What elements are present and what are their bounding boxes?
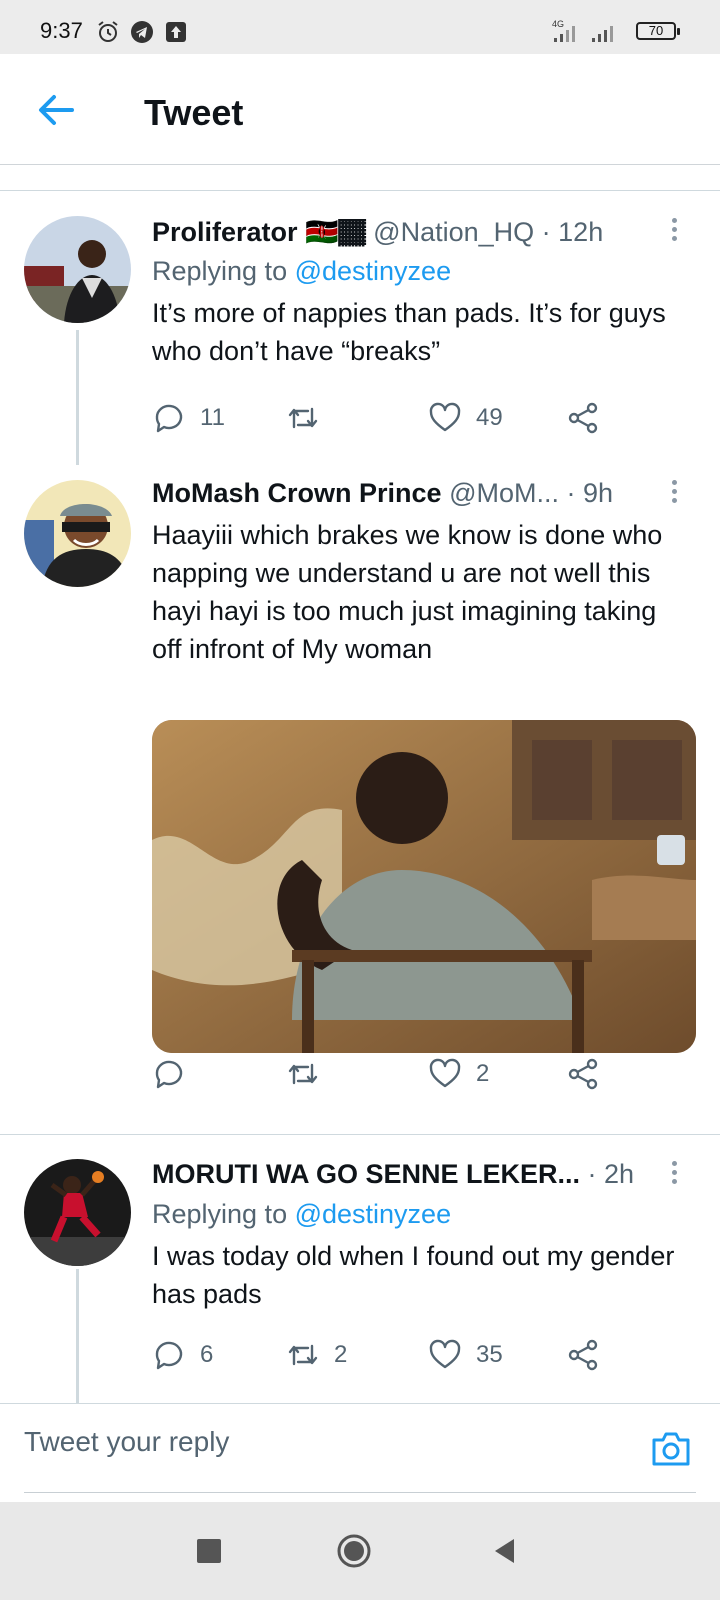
tweet-time: · 9h: [566, 478, 614, 508]
like-button[interactable]: 49: [428, 400, 503, 436]
author-name[interactable]: Proliferator 🇰🇪🏾: [152, 217, 366, 247]
more-options-icon[interactable]: [672, 1161, 680, 1189]
camera-icon[interactable]: [650, 1430, 692, 1468]
thread-line: [76, 330, 79, 465]
alarm-icon: [98, 21, 118, 42]
tweet-header: MoMash Crown Prince @MoM... · 9h: [152, 478, 613, 509]
reply-button[interactable]: 6: [152, 1337, 213, 1373]
heart-icon: [429, 1058, 461, 1088]
tweet-image[interactable]: [152, 720, 696, 1053]
like-button[interactable]: 35: [428, 1337, 503, 1373]
tweet-actions: 2: [152, 1056, 692, 1096]
share-button[interactable]: [566, 400, 600, 436]
signal-icon-2: [592, 26, 613, 42]
tweet-header: MORUTI WA GO SENNE LEKER... · 2h: [152, 1159, 634, 1190]
avatar[interactable]: [24, 216, 131, 323]
battery-indicator: 70: [636, 22, 680, 40]
tweet-3[interactable]: MORUTI WA GO SENNE LEKER... · 2h Replyin…: [0, 1135, 720, 1403]
tweet-1[interactable]: Proliferator 🇰🇪🏾 @Nation_HQ · 12h Replyi…: [0, 190, 720, 465]
tweet-header: Proliferator 🇰🇪🏾 @Nation_HQ · 12h: [152, 216, 603, 249]
signal-icon: [554, 26, 575, 42]
heart-icon: [429, 402, 461, 432]
back-triangle-icon[interactable]: [490, 1536, 520, 1566]
telegram-icon: [131, 21, 153, 43]
replying-to-link[interactable]: @destinyzee: [295, 256, 452, 286]
thread-line: [76, 1269, 79, 1403]
share-icon: [568, 1339, 598, 1371]
more-options-icon[interactable]: [672, 218, 680, 246]
replying-to-label: Replying to: [152, 256, 295, 286]
page-title: Tweet: [144, 92, 244, 133]
like-count: 35: [476, 1341, 503, 1368]
retweet-button[interactable]: [286, 400, 334, 436]
replying-to-label: Replying to: [152, 1199, 295, 1229]
avatar[interactable]: [24, 1159, 131, 1266]
retweet-icon: [288, 1063, 318, 1085]
system-nav-bar: [0, 1502, 720, 1600]
reply-icon: [155, 1060, 183, 1089]
retweet-icon: [288, 1344, 318, 1366]
upload-icon: [166, 22, 186, 42]
reply-button[interactable]: [152, 1056, 200, 1092]
status-time: 9:37: [40, 18, 83, 43]
reply-input[interactable]: Tweet your reply: [24, 1426, 614, 1470]
top-app-bar: Tweet: [0, 54, 720, 165]
reply-icon: [155, 1341, 183, 1370]
tweet-actions: 6 2 35: [152, 1337, 692, 1377]
tweet-text: I was today old when I found out my gend…: [152, 1241, 675, 1309]
reply-count: 11: [200, 404, 225, 431]
like-button[interactable]: 2: [428, 1056, 489, 1092]
more-options-icon[interactable]: [672, 480, 680, 508]
tweet-2[interactable]: MoMash Crown Prince @MoM... · 9h Haayiii…: [0, 460, 720, 1132]
tweet-actions: 11 49: [152, 400, 692, 440]
reply-icon: [155, 404, 183, 433]
share-button[interactable]: [566, 1337, 600, 1373]
avatar[interactable]: [24, 480, 131, 587]
tweet-text: It’s more of nappies than pads. It’s for…: [152, 298, 666, 366]
like-count: 2: [476, 1060, 490, 1087]
reply-count: 6: [200, 1341, 214, 1368]
replying-to: Replying to @destinyzee: [152, 1199, 451, 1230]
like-count: 49: [476, 404, 503, 431]
reply-composer: Tweet your reply: [0, 1403, 720, 1500]
reply-button[interactable]: 11: [152, 400, 225, 436]
replying-to-link[interactable]: @destinyzee: [295, 1199, 452, 1229]
status-bar: 9:37 4G 70: [0, 0, 720, 54]
retweet-button[interactable]: [286, 1056, 334, 1092]
divider: [24, 1492, 696, 1493]
share-button[interactable]: [566, 1056, 600, 1092]
author-name[interactable]: MORUTI WA GO SENNE LEKER...: [152, 1159, 580, 1189]
author-handle: @Nation_HQ: [373, 217, 535, 247]
share-icon: [568, 1058, 598, 1090]
retweet-button[interactable]: 2: [286, 1337, 347, 1373]
retweet-icon: [288, 407, 318, 429]
retweet-count: 2: [334, 1341, 348, 1368]
back-arrow-icon[interactable]: [36, 92, 76, 128]
author-handle: @MoM...: [449, 478, 559, 508]
tweet-text: Haayiii which brakes we know is done who…: [152, 520, 663, 664]
home-circle-icon[interactable]: [336, 1533, 372, 1569]
share-icon: [568, 402, 598, 434]
tweet-time: · 12h: [541, 217, 604, 247]
recents-square-icon[interactable]: [194, 1536, 224, 1566]
heart-icon: [429, 1339, 461, 1369]
author-name[interactable]: MoMash Crown Prince: [152, 478, 442, 508]
replying-to: Replying to @destinyzee: [152, 256, 451, 287]
tweet-time: · 2h: [587, 1159, 635, 1189]
